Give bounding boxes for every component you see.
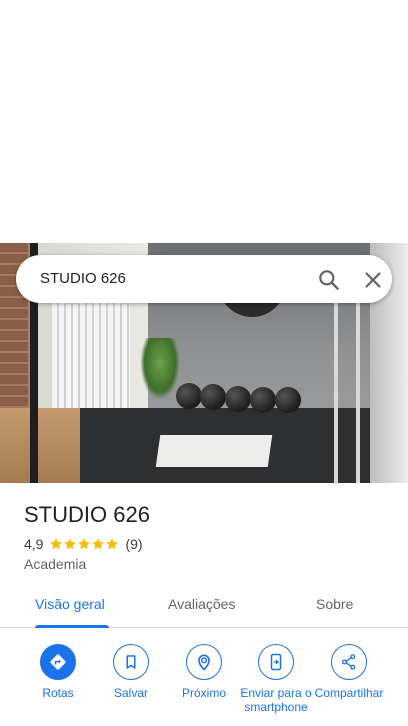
review-count[interactable]: (9) bbox=[125, 536, 142, 552]
send-to-phone-icon bbox=[258, 644, 294, 680]
send-to-phone-label: Enviar para o smartphone bbox=[240, 686, 312, 714]
star-icon bbox=[92, 538, 105, 550]
tab-overview[interactable]: Visão geral bbox=[35, 596, 105, 612]
action-bar: Rotas Salvar Próximo Enviar para o smart… bbox=[0, 644, 408, 726]
directions-label: Rotas bbox=[42, 686, 74, 700]
active-tab-indicator bbox=[35, 625, 109, 628]
search-icon[interactable] bbox=[316, 267, 342, 293]
close-icon[interactable] bbox=[360, 267, 386, 293]
search-bar[interactable]: STUDIO 626 bbox=[16, 255, 392, 303]
tab-about[interactable]: Sobre bbox=[316, 596, 353, 612]
photo-ball bbox=[275, 387, 301, 413]
rating-value: 4,9 bbox=[24, 536, 44, 552]
place-category: Academia bbox=[24, 556, 87, 572]
tab-reviews[interactable]: Avaliações bbox=[168, 596, 235, 612]
nearby-label: Próximo bbox=[181, 686, 226, 700]
photo-ball bbox=[250, 387, 276, 413]
photo-box bbox=[0, 408, 80, 483]
share-button[interactable]: Compartilhar bbox=[313, 644, 385, 700]
star-icon bbox=[78, 538, 91, 550]
bookmark-icon bbox=[113, 644, 149, 680]
save-label: Salvar bbox=[113, 686, 148, 700]
photo-plant bbox=[140, 338, 180, 400]
place-tabs: Visão geral Avaliações Sobre bbox=[0, 588, 408, 628]
directions-button[interactable]: Rotas bbox=[22, 644, 94, 700]
rating-row[interactable]: 4,9 (9) bbox=[24, 536, 143, 552]
photo-pole bbox=[334, 283, 338, 483]
share-icon bbox=[331, 644, 367, 680]
send-to-phone-button[interactable]: Enviar para o smartphone bbox=[240, 644, 312, 714]
star-icon bbox=[64, 538, 77, 550]
place-title: STUDIO 626 bbox=[24, 502, 150, 527]
star-icon bbox=[50, 538, 63, 550]
nearby-icon bbox=[186, 644, 222, 680]
photo-ball bbox=[225, 386, 251, 412]
share-label: Compartilhar bbox=[314, 686, 384, 700]
rating-stars bbox=[49, 537, 119, 551]
star-icon bbox=[106, 538, 119, 550]
directions-icon bbox=[40, 644, 76, 680]
photo-pole bbox=[356, 283, 360, 483]
photo-ball bbox=[200, 384, 226, 410]
map-blank-area bbox=[0, 0, 408, 243]
search-query[interactable]: STUDIO 626 bbox=[40, 270, 126, 287]
nearby-button[interactable]: Próximo bbox=[168, 644, 240, 700]
photo-mat bbox=[155, 435, 273, 467]
save-button[interactable]: Salvar bbox=[95, 644, 167, 700]
